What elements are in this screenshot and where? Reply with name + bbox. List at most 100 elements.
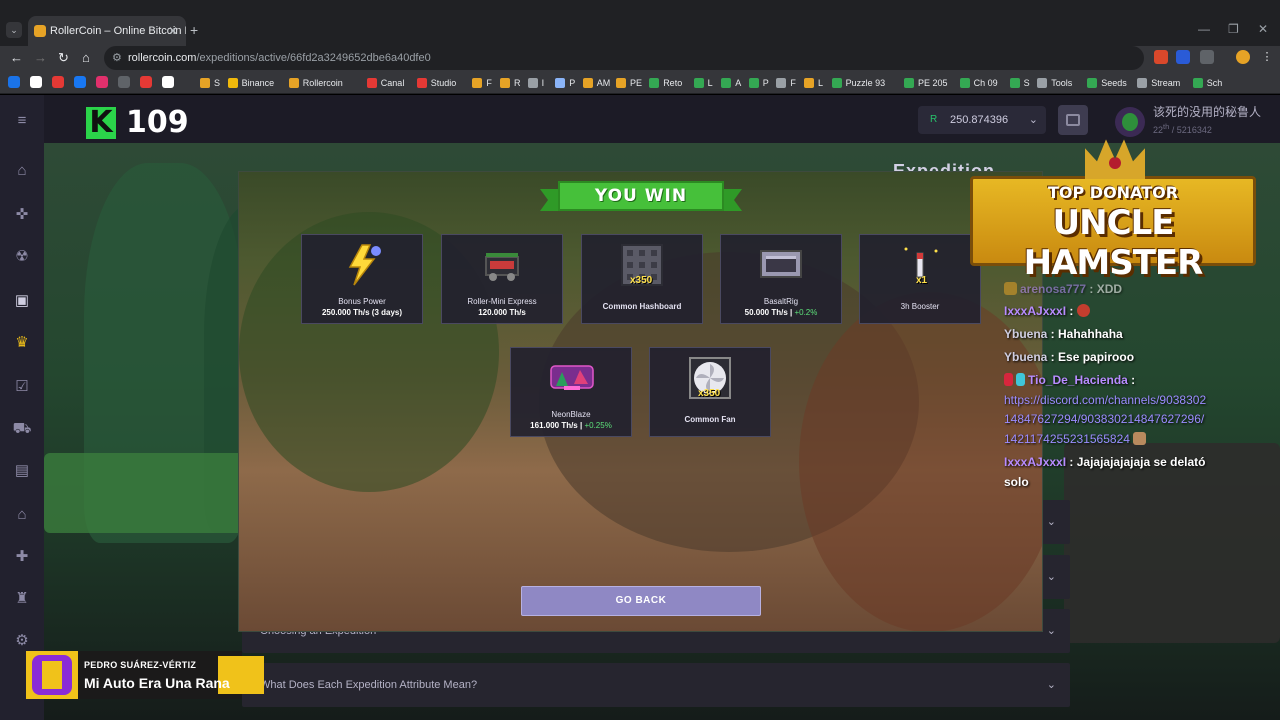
chat-message: arenosa777 : XDD	[1004, 282, 1244, 296]
trophy-nav-icon[interactable]: ♜	[12, 589, 32, 609]
bookmark-icon	[649, 78, 660, 88]
bookmark-item[interactable]: PE	[616, 75, 642, 91]
address-bar[interactable]: ⚙ rollercoin.com/expeditions/active/66fd…	[104, 46, 1144, 70]
avatar[interactable]	[1115, 107, 1145, 137]
menu-toggle-icon[interactable]: ≡	[12, 111, 32, 131]
extensions-puzzle-icon[interactable]	[1200, 50, 1214, 64]
reload-icon[interactable]: ↻	[58, 50, 69, 66]
bookmark-icon[interactable]	[8, 76, 20, 88]
chevron-down-icon: ⌄	[1046, 679, 1056, 691]
new-tab-icon[interactable]: +	[190, 22, 198, 38]
bookmark-icon[interactable]	[140, 76, 152, 88]
bookmark-icon[interactable]	[162, 76, 174, 88]
bookmark-item[interactable]: L	[693, 75, 713, 91]
gift-nav-icon[interactable]: ✚	[12, 547, 32, 567]
close-window-icon[interactable]: ✕	[1258, 22, 1268, 36]
site-info-icon[interactable]: ⚙	[112, 46, 122, 70]
bookmark-item[interactable]: P	[748, 75, 769, 91]
balance-selector[interactable]: R 250.874396 ⌄	[918, 106, 1046, 134]
bookmark-icon	[500, 78, 510, 88]
home-nav-icon[interactable]: ⌂	[12, 161, 32, 181]
bookmark-icon	[416, 78, 427, 88]
basaltrig-icon	[760, 250, 802, 278]
bookmark-item[interactable]: L	[804, 75, 823, 91]
chat-link: 14847627294/903830214847627296/	[1004, 412, 1205, 426]
bookmark-item[interactable]: Binance	[227, 75, 274, 91]
faq-expedition-attributes[interactable]: What Does Each Expedition Attribute Mean…	[242, 663, 1070, 707]
forward-icon[interactable]: →	[34, 50, 47, 65]
bookmark-icon[interactable]	[118, 76, 130, 88]
tab-rollercoin[interactable]: RollerCoin – Online Bitcoin Mi ✕	[28, 16, 186, 46]
expeditions-nav-icon[interactable]: ▣	[12, 291, 32, 311]
neonblaze-icon	[550, 365, 594, 390]
menu-icon[interactable]: ⋮	[1260, 50, 1274, 64]
tab-search-icon[interactable]: ⌄	[6, 22, 22, 38]
rollercoin-logo-icon[interactable]: K	[86, 107, 116, 139]
bookmark-item[interactable]: S	[1009, 75, 1030, 91]
bookmark-item[interactable]: Reto	[649, 75, 682, 91]
reward-card-common-hashboard: x350 Common Hashboard	[581, 234, 703, 324]
extension-icon[interactable]	[1154, 50, 1168, 64]
chat-message: IxxxAJxxxI :	[1004, 304, 1244, 318]
bookmark-item[interactable]: Canal	[366, 75, 404, 91]
bookmark-item[interactable]: A	[721, 75, 741, 91]
minimize-icon[interactable]: —	[1198, 22, 1210, 36]
chat-message: Tio_De_Hacienda :	[1004, 373, 1244, 387]
bookmark-item[interactable]: S	[200, 75, 220, 91]
bookmark-item[interactable]: Stream	[1137, 75, 1180, 91]
bookmark-item[interactable]: AM	[582, 75, 610, 91]
wallet-icon	[1066, 114, 1080, 126]
bookmark-item[interactable]: PE 205	[904, 75, 948, 91]
bookmark-item[interactable]: Studio	[416, 75, 456, 91]
bookmark-icon[interactable]	[52, 76, 64, 88]
chat-message: IxxxAJxxxI : Jajajajajajaja se delató	[1004, 455, 1206, 469]
store-nav-icon[interactable]: ⌂	[12, 505, 32, 525]
back-icon[interactable]: ←	[10, 50, 23, 65]
chat-link: 1421174255231565824	[1004, 432, 1244, 446]
settings-nav-icon[interactable]: ⚙	[12, 631, 32, 651]
bookmark-icon	[1037, 78, 1048, 88]
bookmark-icon	[616, 78, 626, 88]
marketplace-nav-icon[interactable]: ⛟	[12, 419, 32, 439]
profile-icon[interactable]	[1236, 50, 1250, 64]
bookmark-icon	[959, 78, 970, 88]
bookmark-item[interactable]: Tools	[1037, 75, 1072, 91]
username[interactable]: 该死的没用的秘鲁人	[1153, 103, 1261, 120]
home-icon[interactable]: ⌂	[82, 50, 90, 65]
tasks-nav-icon[interactable]: ☑	[12, 377, 32, 397]
chevron-down-icon: ⌄	[1046, 571, 1056, 583]
bookmark-item[interactable]: F	[472, 75, 492, 91]
bookmark-icon[interactable]	[30, 76, 42, 88]
go-back-button[interactable]: GO BACK	[521, 586, 761, 616]
top-bar	[44, 95, 1280, 143]
bookmark-item[interactable]: Sch	[1192, 75, 1222, 91]
miner-cart-icon	[485, 253, 519, 281]
you-win-banner: YOU WIN	[558, 181, 724, 211]
bookmark-icon	[1087, 78, 1098, 88]
bookmark-item[interactable]: Seeds	[1087, 75, 1127, 91]
bookmark-icon	[904, 78, 914, 88]
pvp-nav-icon[interactable]: ☢	[12, 247, 32, 267]
bookmark-icon[interactable]	[96, 76, 108, 88]
extension-icon[interactable]	[1176, 50, 1190, 64]
bookmark-item[interactable]: P	[555, 75, 575, 91]
bookmark-item[interactable]: Puzzle 93	[831, 75, 885, 91]
bookmark-icon	[748, 78, 759, 88]
restore-icon[interactable]: ❐	[1228, 22, 1239, 36]
games-nav-icon[interactable]: ✜	[12, 205, 32, 225]
bookmark-item[interactable]: F	[776, 75, 796, 91]
bookmark-icon[interactable]	[74, 76, 86, 88]
bookmark-item[interactable]: I	[527, 75, 544, 91]
crown-nav-icon[interactable]: ♛	[12, 333, 32, 353]
close-tab-icon[interactable]: ✕	[168, 16, 178, 46]
reward-card-roller-mini-express: Roller-Mini Express 120.000 Th/s	[441, 234, 563, 324]
bookmark-item[interactable]: Ch 09	[959, 75, 998, 91]
top-donator-name: UNCLE HAMSTER	[1023, 203, 1204, 283]
storage-nav-icon[interactable]: ▤	[12, 461, 32, 481]
bookmark-icon	[721, 78, 732, 88]
bookmark-item[interactable]: Rollercoin	[288, 75, 343, 91]
url-domain: rollercoin.com	[128, 52, 197, 64]
wallet-button[interactable]	[1058, 105, 1088, 135]
chat-link: https://discord.com/channels/9038302	[1004, 393, 1207, 407]
bookmark-item[interactable]: R	[500, 75, 521, 91]
